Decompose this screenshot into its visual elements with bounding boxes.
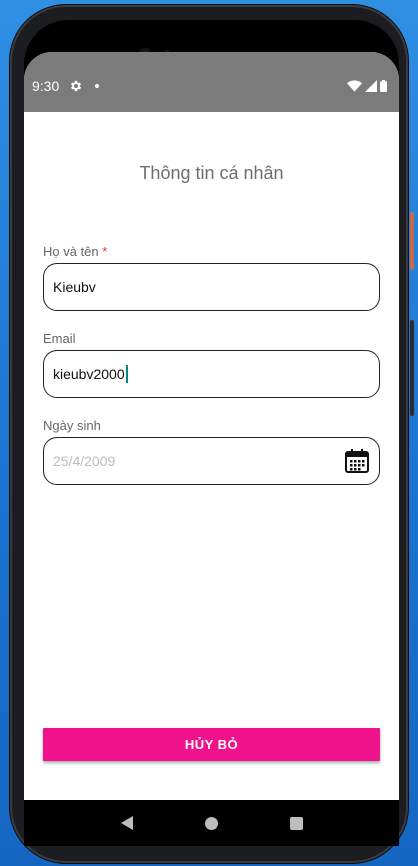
status-bar: 9:30	[24, 52, 399, 112]
email-field[interactable]: kieubv2000	[43, 350, 380, 398]
cancel-button[interactable]: HỦY BỎ	[43, 728, 380, 761]
wifi-icon	[347, 80, 362, 92]
notification-dot-icon	[95, 84, 100, 88]
recents-icon[interactable]	[290, 816, 304, 830]
back-icon[interactable]	[120, 816, 134, 830]
signal-icon	[365, 80, 377, 92]
app-screen: 9:30 Thông tin cá nhân Họ và tên * Email…	[24, 52, 399, 800]
birth-date-placeholder[interactable]: 25/4/2009	[53, 453, 344, 469]
required-mark: *	[102, 244, 108, 259]
full-name-label-text: Họ và tên	[43, 244, 99, 259]
email-value: kieubv2000	[53, 366, 125, 382]
full-name-field[interactable]	[43, 263, 380, 311]
status-time: 9:30	[32, 78, 60, 94]
full-name-input[interactable]	[53, 279, 370, 295]
page-title: Thông tin cá nhân	[139, 163, 284, 183]
volume-button	[410, 320, 414, 416]
power-button	[410, 212, 414, 270]
email-input[interactable]: kieubv2000	[53, 365, 128, 383]
calendar-icon[interactable]	[344, 448, 370, 474]
text-caret	[125, 365, 128, 383]
status-icons	[347, 80, 387, 92]
navigation-bar	[24, 800, 399, 846]
birth-date-field[interactable]: 25/4/2009	[43, 437, 380, 485]
battery-icon	[380, 80, 387, 92]
birth-date-label: Ngày sinh	[43, 418, 101, 433]
home-icon[interactable]	[205, 816, 219, 830]
email-label: Email	[43, 331, 76, 346]
full-name-label: Họ và tên *	[43, 244, 107, 259]
gear-icon	[71, 80, 82, 92]
